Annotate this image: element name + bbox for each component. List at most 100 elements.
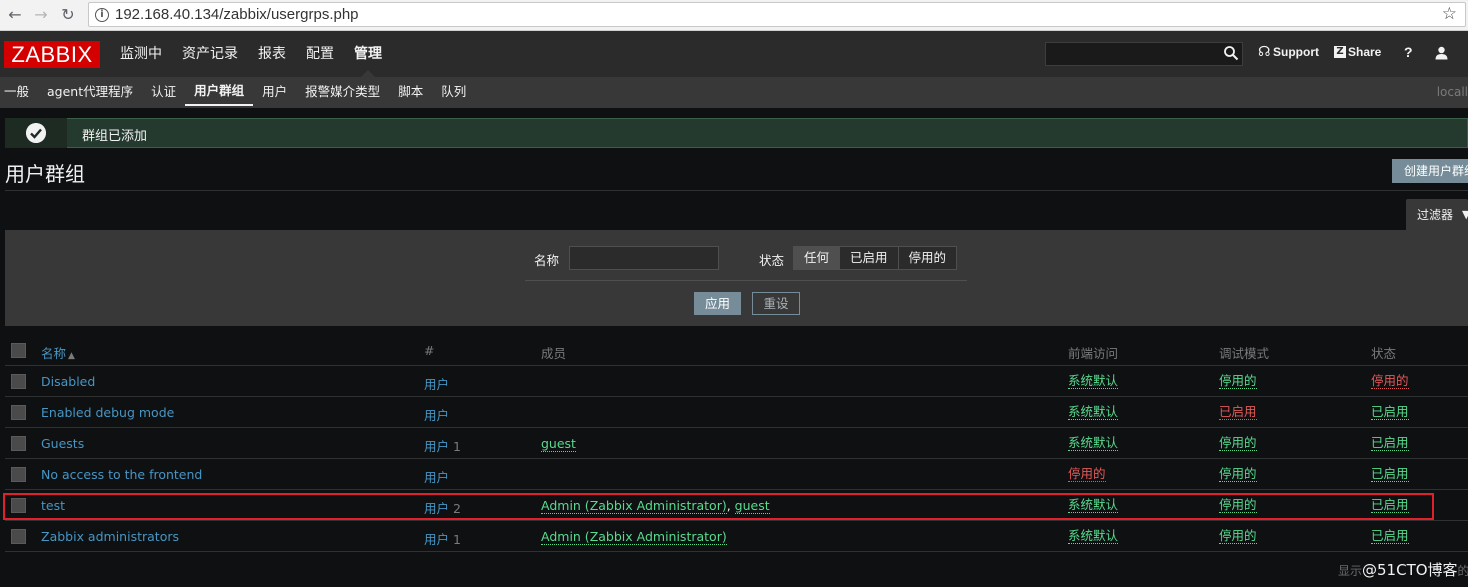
group-name-link[interactable]: Disabled: [41, 374, 95, 389]
forward-icon[interactable]: →: [30, 4, 52, 26]
status-toggle[interactable]: 已启用: [1371, 498, 1409, 513]
info-icon[interactable]: i: [95, 8, 109, 22]
member-link[interactable]: Admin (Zabbix Administrator): [541, 529, 727, 545]
submenu-scripts[interactable]: 脚本: [389, 77, 432, 108]
users-link[interactable]: 用户: [424, 408, 449, 423]
table-row: No access to the frontend 用户 停用的 停用的 已启用: [5, 459, 1468, 490]
users-cell: 用户: [424, 467, 453, 486]
submenu-general[interactable]: 一般: [0, 77, 38, 108]
share-link[interactable]: Share: [1348, 45, 1381, 59]
help-link[interactable]: ?: [1404, 44, 1413, 60]
debug-mode-toggle[interactable]: 停用的: [1219, 529, 1257, 544]
debug-mode-toggle[interactable]: 已启用: [1219, 405, 1257, 420]
debug-mode-toggle[interactable]: 停用的: [1219, 498, 1257, 513]
row-checkbox[interactable]: [11, 405, 26, 420]
debug-mode-toggle[interactable]: 停用的: [1219, 467, 1257, 482]
row-checkbox[interactable]: [11, 498, 26, 513]
frontend-access-toggle[interactable]: 系统默认: [1068, 498, 1119, 513]
debug-mode-toggle[interactable]: 停用的: [1219, 436, 1257, 451]
status-toggle[interactable]: 已启用: [1371, 529, 1409, 544]
frontend-access-toggle[interactable]: 系统默认: [1068, 405, 1119, 420]
group-name-link[interactable]: Zabbix administrators: [41, 529, 179, 544]
users-link[interactable]: 用户: [424, 532, 449, 547]
server-name: locall: [1436, 85, 1468, 99]
submenu-queue[interactable]: 队列: [432, 77, 475, 108]
check-circle-icon: [26, 123, 46, 143]
submenu-users[interactable]: 用户: [253, 77, 296, 108]
top-menu: 监测中 资产记录 报表 配置 管理: [110, 31, 392, 77]
back-icon[interactable]: ←: [4, 4, 26, 26]
headset-icon[interactable]: ☊: [1258, 44, 1270, 60]
menu-monitoring[interactable]: 监测中: [110, 31, 172, 77]
status-option-enabled[interactable]: 已启用: [840, 247, 899, 269]
submenu-user-groups[interactable]: 用户群组: [185, 77, 254, 106]
group-name-link[interactable]: No access to the frontend: [41, 467, 202, 482]
search-input[interactable]: [1045, 42, 1243, 66]
row-checkbox[interactable]: [11, 436, 26, 451]
users-cell: 用户 1: [424, 529, 461, 548]
row-checkbox[interactable]: [11, 529, 26, 544]
status-toggle[interactable]: 已启用: [1371, 436, 1409, 451]
main-header: ZABBIX 监测中 资产记录 报表 配置 管理 ☊ Support Z Sha…: [0, 31, 1468, 77]
menu-reports[interactable]: 报表: [248, 31, 296, 77]
select-all-checkbox[interactable]: [11, 343, 26, 358]
debug-column-header: 调试模式: [1219, 346, 1270, 361]
filter-name-input[interactable]: [569, 246, 719, 270]
menu-administration[interactable]: 管理: [344, 31, 392, 77]
group-name-link[interactable]: test: [41, 498, 65, 513]
filter-tab[interactable]: 过滤器 ▼: [1406, 199, 1468, 230]
users-cell: 用户: [424, 374, 453, 393]
status-option-disabled[interactable]: 停用的: [898, 247, 957, 269]
status-toggle[interactable]: 已启用: [1371, 467, 1409, 482]
name-column-header[interactable]: 名称 ▲: [41, 343, 75, 362]
table-row: Disabled 用户 系统默认 停用的 停用的: [5, 366, 1468, 397]
users-link[interactable]: 用户: [424, 501, 449, 516]
filter-divider: [525, 280, 967, 281]
bookmark-star-icon[interactable]: ☆: [1442, 4, 1457, 24]
create-user-group-button[interactable]: 创建用户群组: [1392, 159, 1468, 183]
status-toggle[interactable]: 已启用: [1371, 405, 1409, 420]
support-link[interactable]: Support: [1273, 45, 1319, 59]
members-cell: guest: [541, 436, 576, 452]
users-link[interactable]: 用户: [424, 439, 449, 454]
zabbix-logo[interactable]: ZABBIX: [4, 41, 100, 68]
users-link[interactable]: 用户: [424, 470, 449, 485]
group-name-link[interactable]: Enabled debug mode: [41, 405, 174, 420]
filter-name-label: 名称: [534, 253, 560, 268]
user-count: 1: [453, 439, 461, 454]
member-link[interactable]: guest: [541, 436, 576, 452]
user-count: 2: [453, 501, 461, 516]
submenu-media-types[interactable]: 报警媒介类型: [296, 77, 389, 108]
submenu-authentication[interactable]: 认证: [142, 77, 185, 108]
menu-configuration[interactable]: 配置: [296, 31, 344, 77]
count-column-header: #: [424, 343, 435, 358]
success-message: 群组已添加: [5, 118, 1468, 148]
frontend-access-toggle[interactable]: 系统默认: [1068, 374, 1119, 389]
group-name-link[interactable]: Guests: [41, 436, 84, 451]
reset-button[interactable]: 重设: [752, 292, 800, 315]
table-row: Zabbix administrators 用户 1 Admin (Zabbix Ad…: [5, 521, 1468, 552]
member-link[interactable]: guest: [734, 498, 770, 514]
status-option-any[interactable]: 任何: [794, 247, 841, 269]
status-toggle[interactable]: 停用的: [1371, 374, 1409, 389]
members-cell: Admin (Zabbix Administrator), guest: [541, 498, 770, 514]
submenu-proxies[interactable]: agent代理程序: [38, 77, 142, 108]
frontend-access-toggle[interactable]: 系统默认: [1068, 436, 1119, 451]
row-checkbox[interactable]: [11, 467, 26, 482]
row-checkbox[interactable]: [11, 374, 26, 389]
table-row: Guests 用户 1 guest 系统默认 停用的 已启用: [5, 428, 1468, 459]
user-profile-icon[interactable]: [1435, 46, 1448, 60]
apply-button[interactable]: 应用: [694, 292, 741, 315]
frontend-access-toggle[interactable]: 系统默认: [1068, 529, 1119, 544]
sort-asc-icon: ▲: [68, 351, 75, 361]
debug-mode-toggle[interactable]: 停用的: [1219, 374, 1257, 389]
frontend-access-toggle[interactable]: 停用的: [1068, 467, 1106, 482]
users-link[interactable]: 用户: [424, 377, 449, 392]
reload-icon[interactable]: ↻: [57, 4, 79, 26]
search-icon[interactable]: [1223, 45, 1239, 61]
address-bar[interactable]: i 192.168.40.134/zabbix/usergrps.php ☆: [88, 2, 1466, 27]
member-link[interactable]: Admin (Zabbix Administrator): [541, 498, 727, 514]
table-row: Enabled debug mode 用户 系统默认 已启用 已启用: [5, 397, 1468, 428]
share-icon[interactable]: Z: [1334, 46, 1346, 58]
menu-inventory[interactable]: 资产记录: [172, 31, 248, 77]
